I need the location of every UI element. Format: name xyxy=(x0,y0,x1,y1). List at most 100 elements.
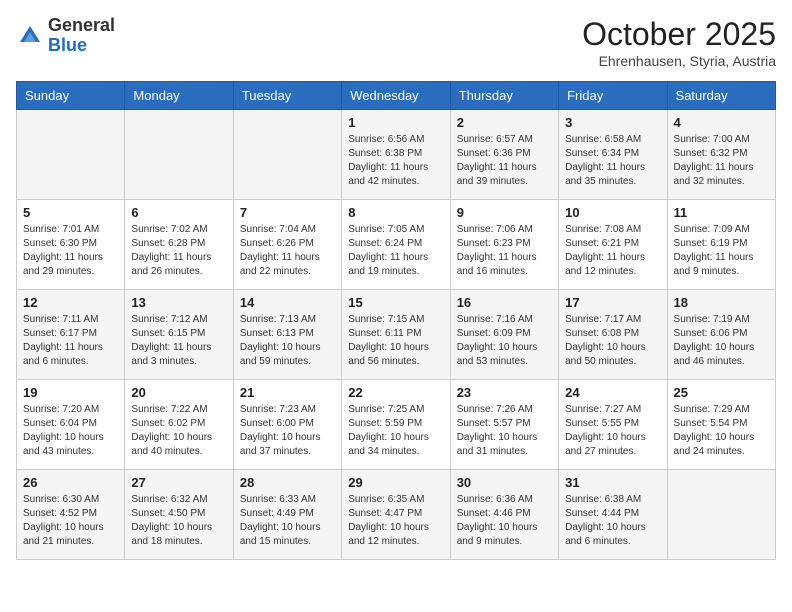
calendar-cell xyxy=(667,470,775,560)
day-number: 24 xyxy=(565,385,660,400)
calendar-week-5: 26Sunrise: 6:30 AM Sunset: 4:52 PM Dayli… xyxy=(17,470,776,560)
calendar-cell: 31 Sunrise: 6:38 AM Sunset: 4:44 PM Dayli… xyxy=(559,470,667,560)
day-number: 13 xyxy=(131,295,226,310)
day-number: 25 xyxy=(674,385,769,400)
day-number: 3 xyxy=(565,115,660,130)
calendar-cell: 7Sunrise: 7:04 AM Sunset: 6:26 PM Daylig… xyxy=(233,200,341,290)
day-number: 7 xyxy=(240,205,335,220)
title-block: October 2025 Ehrenhausen, Styria, Austri… xyxy=(582,16,776,69)
day-info: Sunrise: 6:38 AM Sunset: 4:44 PM Dayligh… xyxy=(565,493,660,549)
day-info: Sunrise: 7:26 AM Sunset: 5:57 PM Dayligh… xyxy=(457,403,552,459)
day-number: 26 xyxy=(23,475,118,490)
calendar-week-2: 5 Sunrise: 7:01 AM Sunset: 6:30 PM Daylig… xyxy=(17,200,776,290)
day-info: Sunrise: 6:32 AM Sunset: 4:50 PM Dayligh… xyxy=(131,493,226,549)
day-info: Sunrise: 6:56 AM Sunset: 6:38 PM Dayligh… xyxy=(348,133,443,189)
col-sunday: Sunday xyxy=(17,82,125,110)
day-info: Sunrise: 7:13 AM Sunset: 6:13 PM Dayligh… xyxy=(240,313,335,369)
col-friday: Friday xyxy=(559,82,667,110)
calendar-cell: 22Sunrise: 7:25 AM Sunset: 5:59 PM Dayli… xyxy=(342,380,450,470)
calendar-cell: 27 Sunrise: 6:32 AM Sunset: 4:50 PM Dayli… xyxy=(125,470,233,560)
day-info: Sunrise: 7:25 AM Sunset: 5:59 PM Dayligh… xyxy=(348,403,443,459)
day-number: 2 xyxy=(457,115,552,130)
logo: General Blue xyxy=(16,16,115,56)
calendar-cell: 1 Sunrise: 6:56 AM Sunset: 6:38 PM Daylig… xyxy=(342,110,450,200)
day-info: Sunrise: 7:08 AM Sunset: 6:21 PM Dayligh… xyxy=(565,223,660,279)
calendar-cell: 19Sunrise: 7:20 AM Sunset: 6:04 PM Dayli… xyxy=(17,380,125,470)
day-number: 9 xyxy=(457,205,552,220)
col-saturday: Saturday xyxy=(667,82,775,110)
day-info: Sunrise: 7:29 AM Sunset: 5:54 PM Dayligh… xyxy=(674,403,769,459)
calendar-cell: 26Sunrise: 6:30 AM Sunset: 4:52 PM Dayli… xyxy=(17,470,125,560)
calendar-cell: 13 Sunrise: 7:12 AM Sunset: 6:15 PM Dayli… xyxy=(125,290,233,380)
day-number: 20 xyxy=(131,385,226,400)
calendar-cell: 20 Sunrise: 7:22 AM Sunset: 6:02 PM Dayli… xyxy=(125,380,233,470)
day-number: 15 xyxy=(348,295,443,310)
day-info: Sunrise: 6:33 AM Sunset: 4:49 PM Dayligh… xyxy=(240,493,335,549)
day-number: 21 xyxy=(240,385,335,400)
day-number: 23 xyxy=(457,385,552,400)
logo-general-text: General xyxy=(48,15,115,35)
calendar-cell: 5 Sunrise: 7:01 AM Sunset: 6:30 PM Daylig… xyxy=(17,200,125,290)
day-number: 12 xyxy=(23,295,118,310)
day-info: Sunrise: 7:20 AM Sunset: 6:04 PM Dayligh… xyxy=(23,403,118,459)
col-thursday: Thursday xyxy=(450,82,558,110)
day-info: Sunrise: 7:09 AM Sunset: 6:19 PM Dayligh… xyxy=(674,223,769,279)
col-wednesday: Wednesday xyxy=(342,82,450,110)
calendar-cell: 15 Sunrise: 7:15 AM Sunset: 6:11 PM Dayli… xyxy=(342,290,450,380)
day-number: 16 xyxy=(457,295,552,310)
day-info: Sunrise: 7:23 AM Sunset: 6:00 PM Dayligh… xyxy=(240,403,335,459)
day-number: 29 xyxy=(348,475,443,490)
day-info: Sunrise: 6:58 AM Sunset: 6:34 PM Dayligh… xyxy=(565,133,660,189)
day-info: Sunrise: 7:06 AM Sunset: 6:23 PM Dayligh… xyxy=(457,223,552,279)
calendar-week-3: 12 Sunrise: 7:11 AM Sunset: 6:17 PM Dayli… xyxy=(17,290,776,380)
day-number: 14 xyxy=(240,295,335,310)
calendar-cell: 3 Sunrise: 6:58 AM Sunset: 6:34 PM Daylig… xyxy=(559,110,667,200)
calendar-cell: 16Sunrise: 7:16 AM Sunset: 6:09 PM Dayli… xyxy=(450,290,558,380)
calendar-cell: 12 Sunrise: 7:11 AM Sunset: 6:17 PM Dayli… xyxy=(17,290,125,380)
col-monday: Monday xyxy=(125,82,233,110)
day-number: 1 xyxy=(348,115,443,130)
day-info: Sunrise: 7:22 AM Sunset: 6:02 PM Dayligh… xyxy=(131,403,226,459)
page-header: General Blue October 2025 Ehrenhausen, S… xyxy=(16,16,776,69)
day-number: 4 xyxy=(674,115,769,130)
calendar-cell: 21 Sunrise: 7:23 AM Sunset: 6:00 PM Dayli… xyxy=(233,380,341,470)
day-info: Sunrise: 7:00 AM Sunset: 6:32 PM Dayligh… xyxy=(674,133,769,189)
col-tuesday: Tuesday xyxy=(233,82,341,110)
month-title: October 2025 xyxy=(582,16,776,53)
day-number: 31 xyxy=(565,475,660,490)
calendar-cell: 9 Sunrise: 7:06 AM Sunset: 6:23 PM Daylig… xyxy=(450,200,558,290)
calendar-cell: 10 Sunrise: 7:08 AM Sunset: 6:21 PM Dayli… xyxy=(559,200,667,290)
day-number: 8 xyxy=(348,205,443,220)
day-number: 28 xyxy=(240,475,335,490)
day-info: Sunrise: 7:01 AM Sunset: 6:30 PM Dayligh… xyxy=(23,223,118,279)
day-info: Sunrise: 7:12 AM Sunset: 6:15 PM Dayligh… xyxy=(131,313,226,369)
calendar-cell: 11 Sunrise: 7:09 AM Sunset: 6:19 PM Dayli… xyxy=(667,200,775,290)
calendar-cell xyxy=(17,110,125,200)
day-info: Sunrise: 7:11 AM Sunset: 6:17 PM Dayligh… xyxy=(23,313,118,369)
calendar-cell: 17 Sunrise: 7:17 AM Sunset: 6:08 PM Dayli… xyxy=(559,290,667,380)
day-info: Sunrise: 7:17 AM Sunset: 6:08 PM Dayligh… xyxy=(565,313,660,369)
calendar-cell: 8Sunrise: 7:05 AM Sunset: 6:24 PM Daylig… xyxy=(342,200,450,290)
day-number: 18 xyxy=(674,295,769,310)
day-number: 17 xyxy=(565,295,660,310)
day-number: 10 xyxy=(565,205,660,220)
day-info: Sunrise: 7:15 AM Sunset: 6:11 PM Dayligh… xyxy=(348,313,443,369)
day-info: Sunrise: 7:02 AM Sunset: 6:28 PM Dayligh… xyxy=(131,223,226,279)
calendar-cell: 29 Sunrise: 6:35 AM Sunset: 4:47 PM Dayli… xyxy=(342,470,450,560)
day-number: 27 xyxy=(131,475,226,490)
calendar-header-row: Sunday Monday Tuesday Wednesday Thursday… xyxy=(17,82,776,110)
calendar-table: Sunday Monday Tuesday Wednesday Thursday… xyxy=(16,81,776,560)
day-info: Sunrise: 6:57 AM Sunset: 6:36 PM Dayligh… xyxy=(457,133,552,189)
calendar-cell: 14 Sunrise: 7:13 AM Sunset: 6:13 PM Dayli… xyxy=(233,290,341,380)
day-info: Sunrise: 6:35 AM Sunset: 4:47 PM Dayligh… xyxy=(348,493,443,549)
calendar-cell: 28 Sunrise: 6:33 AM Sunset: 4:49 PM Dayli… xyxy=(233,470,341,560)
calendar-cell: 6 Sunrise: 7:02 AM Sunset: 6:28 PM Daylig… xyxy=(125,200,233,290)
day-number: 6 xyxy=(131,205,226,220)
day-number: 11 xyxy=(674,205,769,220)
calendar-week-1: 1 Sunrise: 6:56 AM Sunset: 6:38 PM Daylig… xyxy=(17,110,776,200)
day-number: 30 xyxy=(457,475,552,490)
calendar-cell: 18Sunrise: 7:19 AM Sunset: 6:06 PM Dayli… xyxy=(667,290,775,380)
location: Ehrenhausen, Styria, Austria xyxy=(582,53,776,69)
day-number: 5 xyxy=(23,205,118,220)
calendar-cell: 30Sunrise: 6:36 AM Sunset: 4:46 PM Dayli… xyxy=(450,470,558,560)
